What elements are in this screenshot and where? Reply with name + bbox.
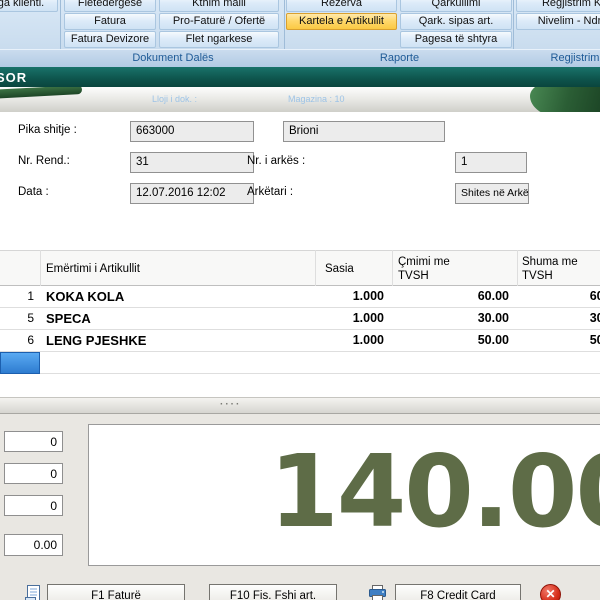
totals-panel: 0 0 0 0.00 140.00 F1 Faturë F10 Fis. Fsh…	[0, 414, 600, 600]
cell-price: 50.00	[392, 330, 517, 352]
cell-quantity: 1.000	[315, 330, 392, 352]
header-sasia: Sasia	[325, 262, 354, 276]
cell-article-name: KOKA KOLA	[40, 286, 315, 308]
ribbon-button-fatura[interactable]: Fatura	[64, 13, 156, 30]
ribbon-button-kartela-e-artikullit[interactable]: Kartela e Artikullit	[286, 13, 397, 30]
invoice-icon[interactable]	[25, 585, 43, 600]
table-row[interactable]: 5 SPECA 1.000 30.00 30.00	[0, 308, 600, 330]
pika-shitje-code-field: 663000	[130, 121, 254, 142]
row-number: 5	[0, 308, 40, 330]
pika-shitje-label: Pika shitje :	[18, 124, 77, 136]
ribbon-button-kthim-malli[interactable]: Kthim malli	[159, 0, 279, 12]
ribbon-group-labels: Dokument Dalës Raporte Regjistrim	[0, 49, 600, 67]
f1-fature-button[interactable]: F1 Faturë	[47, 584, 185, 600]
qty-field-2[interactable]: 0	[4, 463, 63, 484]
close-icon[interactable]: ✕	[540, 584, 561, 600]
qty-field-1[interactable]: 0	[4, 431, 63, 452]
horizontal-splitter[interactable]: ····	[0, 397, 600, 414]
group-label-raporte: Raporte	[286, 52, 513, 64]
header-band-right-text: Magazina : 10	[288, 94, 345, 104]
ribbon-button-regjistrim-kf[interactable]: Regjistrim KF	[516, 0, 600, 12]
f10-fshi-art-button[interactable]: F10 Fis. Fshi art.	[209, 584, 337, 600]
title-bar: SOR	[0, 67, 600, 87]
ribbon-button-pagesa-nga-klienti[interactable]: ga klienti.	[0, 0, 58, 12]
cell-price: 60.00	[392, 286, 517, 308]
grand-total-value: 140.00	[89, 425, 600, 559]
table-header: Emërtimi i Artikullit Sasia Çmimi me TVS…	[0, 250, 600, 286]
grand-total-display: 140.00	[88, 424, 600, 566]
f8-credit-card-button[interactable]: F8 Credit Card	[395, 584, 521, 600]
cell-quantity: 1.000	[315, 286, 392, 308]
table-row[interactable]: 1 KOKA KOLA 1.000 60.00 60.00	[0, 286, 600, 308]
ribbon-button-nivelim-ndrys[interactable]: Nivelim - Ndrys	[516, 13, 600, 30]
nr-rend-field: 31	[130, 152, 254, 173]
header-shuma: Shuma me TVSH	[522, 255, 594, 283]
table-row-empty[interactable]	[0, 352, 600, 374]
ribbon-button-pro-fature-oferte[interactable]: Pro-Faturë / Ofertë	[159, 13, 279, 30]
cell-article-name: LENG PJESHKE	[40, 330, 315, 352]
ribbon-button-fatura-devizore[interactable]: Fatura Devizore	[64, 31, 156, 48]
header-emertimi: Emërtimi i Artikullit	[46, 262, 140, 276]
cell-total: 50.00	[517, 330, 600, 352]
wave-decoration-right	[530, 87, 600, 112]
printer-icon[interactable]	[368, 585, 387, 600]
arketari-label: Arkëtari :	[247, 186, 293, 198]
cell-total: 60.00	[517, 286, 600, 308]
row-number: 6	[0, 330, 40, 352]
nr-rend-label: Nr. Rend.:	[18, 155, 70, 167]
header-band-left-text: Lloji i dok. :	[152, 94, 197, 104]
row-number: 1	[0, 286, 40, 308]
ribbon-button-pagesa-te-shtyra[interactable]: Pagesa të shtyra	[400, 31, 512, 48]
cell-price: 30.00	[392, 308, 517, 330]
data-label: Data :	[18, 186, 49, 198]
qty-field-3[interactable]: 0	[4, 495, 63, 516]
nr-arkes-label: Nr. i arkës :	[247, 155, 305, 167]
table-row[interactable]: 6 LENG PJESHKE 1.000 50.00 50.00	[0, 330, 600, 352]
data-field: 12.07.2016 12:02	[130, 183, 254, 204]
selected-row-indicator[interactable]	[0, 352, 40, 374]
ribbon-button-flet-ngarkese[interactable]: Flet ngarkese	[159, 31, 279, 48]
group-label-regjistrim: Regjistrim	[515, 52, 600, 64]
cell-article-name: SPECA	[40, 308, 315, 330]
nr-arkes-field: 1	[455, 152, 527, 173]
wave-decoration-left	[0, 87, 82, 100]
ribbon-button-qarkullimi[interactable]: Qarkullimi	[400, 0, 512, 12]
amount-field[interactable]: 0.00	[4, 534, 63, 556]
splitter-grip-icon: ····	[220, 399, 241, 410]
group-label-dokument-dales: Dokument Dalës	[62, 52, 284, 64]
ribbon-button-fletedergese[interactable]: Fletëdergese	[64, 0, 156, 12]
cell-quantity: 1.000	[315, 308, 392, 330]
pos-window: ga klienti. Fletëdergese Fatura Fatura D…	[0, 0, 600, 600]
pika-shitje-name-field: Brioni	[283, 121, 445, 142]
header-band: Lloji i dok. : Magazina : 10	[0, 87, 600, 112]
ribbon-button-qark-sipas-art[interactable]: Qark. sipas art.	[400, 13, 512, 30]
articles-table: Emërtimi i Artikullit Sasia Çmimi me TVS…	[0, 250, 600, 397]
title-bar-text: SOR	[0, 70, 27, 85]
header-cmimi: Çmimi me TVSH	[398, 255, 470, 283]
arketari-field: Shites në Arkë	[455, 183, 529, 204]
ribbon-button-rezerva[interactable]: Rezerva	[286, 0, 397, 12]
ribbon-toolbar: ga klienti. Fletëdergese Fatura Fatura D…	[0, 0, 600, 49]
cell-total: 30.00	[517, 308, 600, 330]
